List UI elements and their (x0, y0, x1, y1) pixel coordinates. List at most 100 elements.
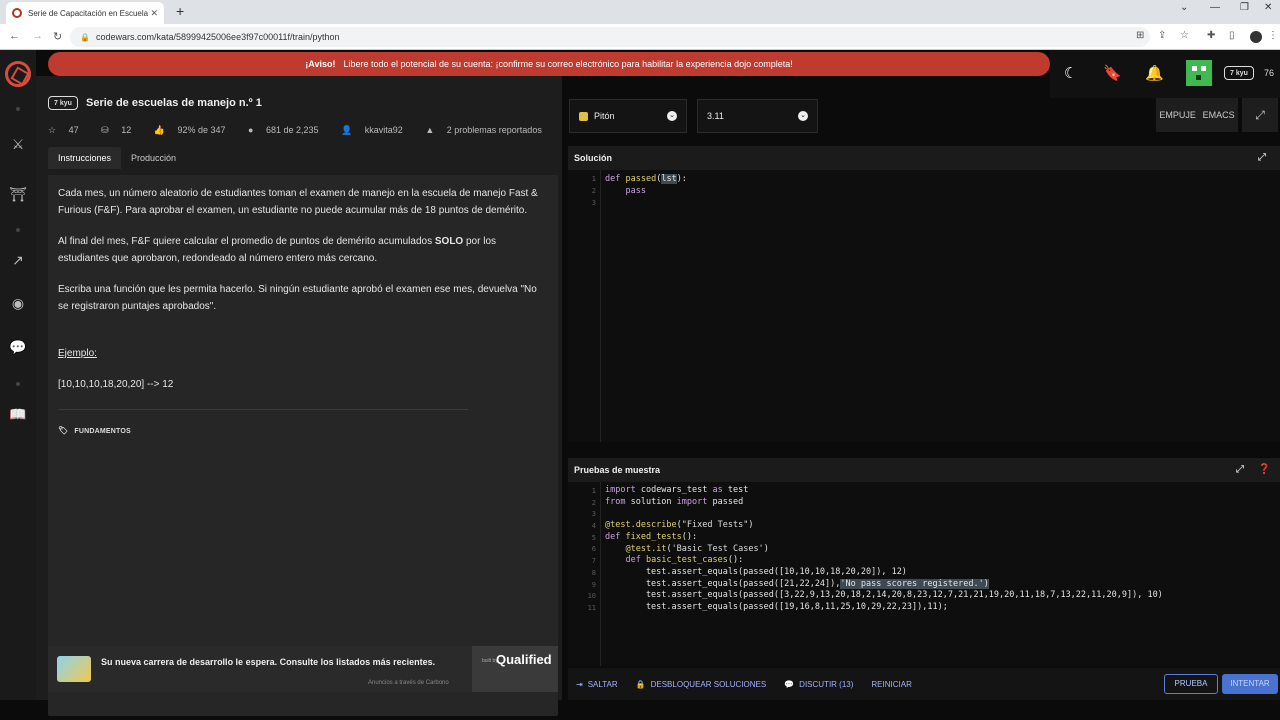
back-icon[interactable]: ← (9, 30, 20, 42)
instructions-content: Cada mes, un número aleatorio de estudia… (48, 175, 558, 716)
code-line: pass (625, 186, 646, 196)
fullscreen-icon[interactable]: ⤢ (1242, 98, 1278, 132)
collections-count: 12 (121, 125, 132, 135)
kata-rank-badge: 7 kyu (48, 96, 78, 110)
practice-icon[interactable]: ⚔ (9, 136, 27, 153)
banner-label: ¡Aviso! (305, 59, 336, 69)
warning-icon: ▲ (425, 125, 435, 135)
profile-icon[interactable] (1250, 31, 1262, 43)
tab-search-icon[interactable]: ⌄ (1180, 2, 1188, 13)
share-icon[interactable]: ⇪ (1158, 30, 1166, 41)
python-icon (579, 111, 588, 121)
tag-label: FUNDAMENTOS (74, 428, 131, 435)
collections-stat[interactable]: ⛁ 12 (101, 125, 141, 135)
side-panel-icon[interactable]: ▯ (1229, 30, 1235, 41)
author-stat[interactable]: 👤 kkavita92 (341, 125, 413, 135)
discussion-icon[interactable]: 💬 (9, 339, 27, 356)
keybinding-vim[interactable]: EMPUJE (1159, 110, 1196, 120)
dojo-icon[interactable]: ⛩ (9, 186, 27, 203)
qualified-logo: built by Qualified (472, 646, 558, 692)
user-toolbar: ☾ 🔖 🔔 7 kyu 76 (1050, 50, 1280, 98)
code-line: test.assert_equals(passed([19,16,8,11,25… (605, 602, 948, 612)
line-number: 1 (591, 175, 596, 183)
solution-title: Solución (574, 153, 612, 163)
version-value: 3.11 (707, 111, 724, 121)
line-number: 11 (587, 604, 596, 612)
email-confirm-banner[interactable]: ¡Aviso! Libere todo el potencial de su c… (48, 52, 1050, 76)
sidebar-separator-icon (16, 107, 20, 111)
new-tab-icon[interactable]: + (176, 3, 184, 19)
lock-icon: 🔒 (80, 32, 90, 42)
code-line: def fixed_tests(): (605, 532, 698, 542)
keybinding-emacs[interactable]: EMACS (1203, 110, 1235, 120)
code-line: @test.it('Basic Test Cases') (625, 544, 769, 554)
sidebar-separator-icon (16, 382, 20, 386)
satisfaction-stat: 👍 92% de 347 (154, 125, 236, 135)
skip-label: SALTAR (587, 679, 618, 689)
moon-icon[interactable]: ☾ (1064, 64, 1077, 82)
line-number: 5 (591, 534, 596, 542)
editor-gutter (600, 170, 601, 442)
restore-icon[interactable]: ❐ (1240, 2, 1249, 13)
reset-button[interactable]: REINICIAR (871, 680, 911, 689)
solution-editor[interactable]: 1 2 3 def passed(lst): pass (568, 170, 1280, 442)
url-input[interactable]: 🔒 codewars.com/kata/58999425006ee3f97c00… (70, 27, 1150, 47)
lock-icon: 🔒 (635, 679, 646, 689)
issues-text: 2 problemas reportados (446, 125, 542, 135)
help-icon[interactable]: ❓ (1258, 458, 1270, 482)
stars-stat[interactable]: ☆ 47 (48, 125, 89, 135)
leaderboard-icon[interactable]: ↗ (9, 252, 27, 269)
docs-book-icon[interactable]: 📖 (9, 406, 27, 423)
reload-icon[interactable]: ↻ (53, 30, 62, 43)
skip-button[interactable]: ⇥ SALTAR (576, 680, 618, 689)
description-text: Al final del mes, F&F quiere calcular el… (58, 236, 435, 247)
forward-icon[interactable]: → (32, 30, 43, 42)
discord-icon[interactable]: ◉ (9, 295, 27, 312)
codewars-logo-icon[interactable] (5, 61, 31, 87)
kata-description-panel: 7 kyu Serie de escuelas de manejo n.º 1 … (36, 76, 562, 716)
translate-icon[interactable]: ⊞ (1136, 30, 1144, 41)
expand-icon[interactable]: ⤢ (1236, 458, 1244, 482)
avatar[interactable] (1186, 60, 1212, 86)
close-window-icon[interactable]: ✕ (1264, 2, 1272, 13)
language-select[interactable]: Pitón ⌄ (569, 99, 687, 133)
minimize-icon[interactable]: — (1210, 2, 1220, 13)
ad-text: Su nueva carrera de desarrollo le espera… (101, 657, 436, 667)
line-number: 3 (591, 199, 596, 207)
tab-output[interactable]: Producción (121, 147, 186, 169)
browser-tab[interactable]: Serie de Capacitación en Escuela ✕ (6, 2, 164, 24)
tests-header: Pruebas de muestra ⤢ ❓ (568, 458, 1280, 482)
close-tab-icon[interactable]: ✕ (150, 8, 158, 19)
menu-icon[interactable]: ⋮ (1268, 30, 1278, 41)
line-number: 2 (591, 499, 596, 507)
editor-gutter (600, 482, 601, 666)
sidebar: ⚔ ⛩ ↗ ◉ 💬 📖 (0, 50, 36, 700)
bell-icon[interactable]: 🔔 (1145, 64, 1164, 82)
chevron-down-icon: ⌄ (798, 111, 808, 121)
browser-tab-title: Serie de Capacitación en Escuela (28, 8, 149, 18)
qualified-brand: Qualified (496, 652, 552, 667)
tag-fundamentals[interactable]: 🏷 FUNDAMENTOS (58, 422, 548, 440)
test-button[interactable]: PRUEBA (1164, 674, 1218, 694)
line-number: 10 (587, 592, 596, 600)
version-select[interactable]: 3.11 ⌄ (697, 99, 818, 133)
user-rank-badge: 7 kyu (1224, 66, 1254, 80)
divider (58, 409, 468, 410)
discuss-button[interactable]: 💬 DISCUTIR (13) (784, 680, 853, 689)
bookmark-icon[interactable]: 🔖 (1103, 64, 1122, 82)
description-emphasis: SOLO (434, 236, 464, 247)
issues-stat[interactable]: ▲ 2 problemas reportados (425, 125, 552, 135)
expand-icon[interactable]: ⤢ (1258, 146, 1266, 170)
line-number: 9 (591, 581, 596, 589)
carbon-ad[interactable]: Su nueva carrera de desarrollo le espera… (48, 646, 558, 692)
attempt-button[interactable]: INTENTAR (1222, 674, 1278, 694)
description-paragraph: Cada mes, un número aleatorio de estudia… (58, 188, 538, 216)
bookmark-star-icon[interactable]: ☆ (1180, 30, 1189, 41)
tests-editor[interactable]: 1 2 3 4 5 6 7 8 9 10 11 import codewars_… (568, 482, 1280, 666)
comments-icon: 💬 (784, 679, 795, 689)
collection-icon: ⛁ (101, 125, 109, 135)
tab-instructions[interactable]: Instrucciones (48, 147, 122, 169)
extensions-icon[interactable]: ✚ (1207, 30, 1215, 41)
unlock-solutions-button[interactable]: 🔒 DESBLOQUEAR SOLUCIONES (636, 680, 767, 689)
ad-note: Anuncios a través de Carbono (368, 680, 449, 686)
